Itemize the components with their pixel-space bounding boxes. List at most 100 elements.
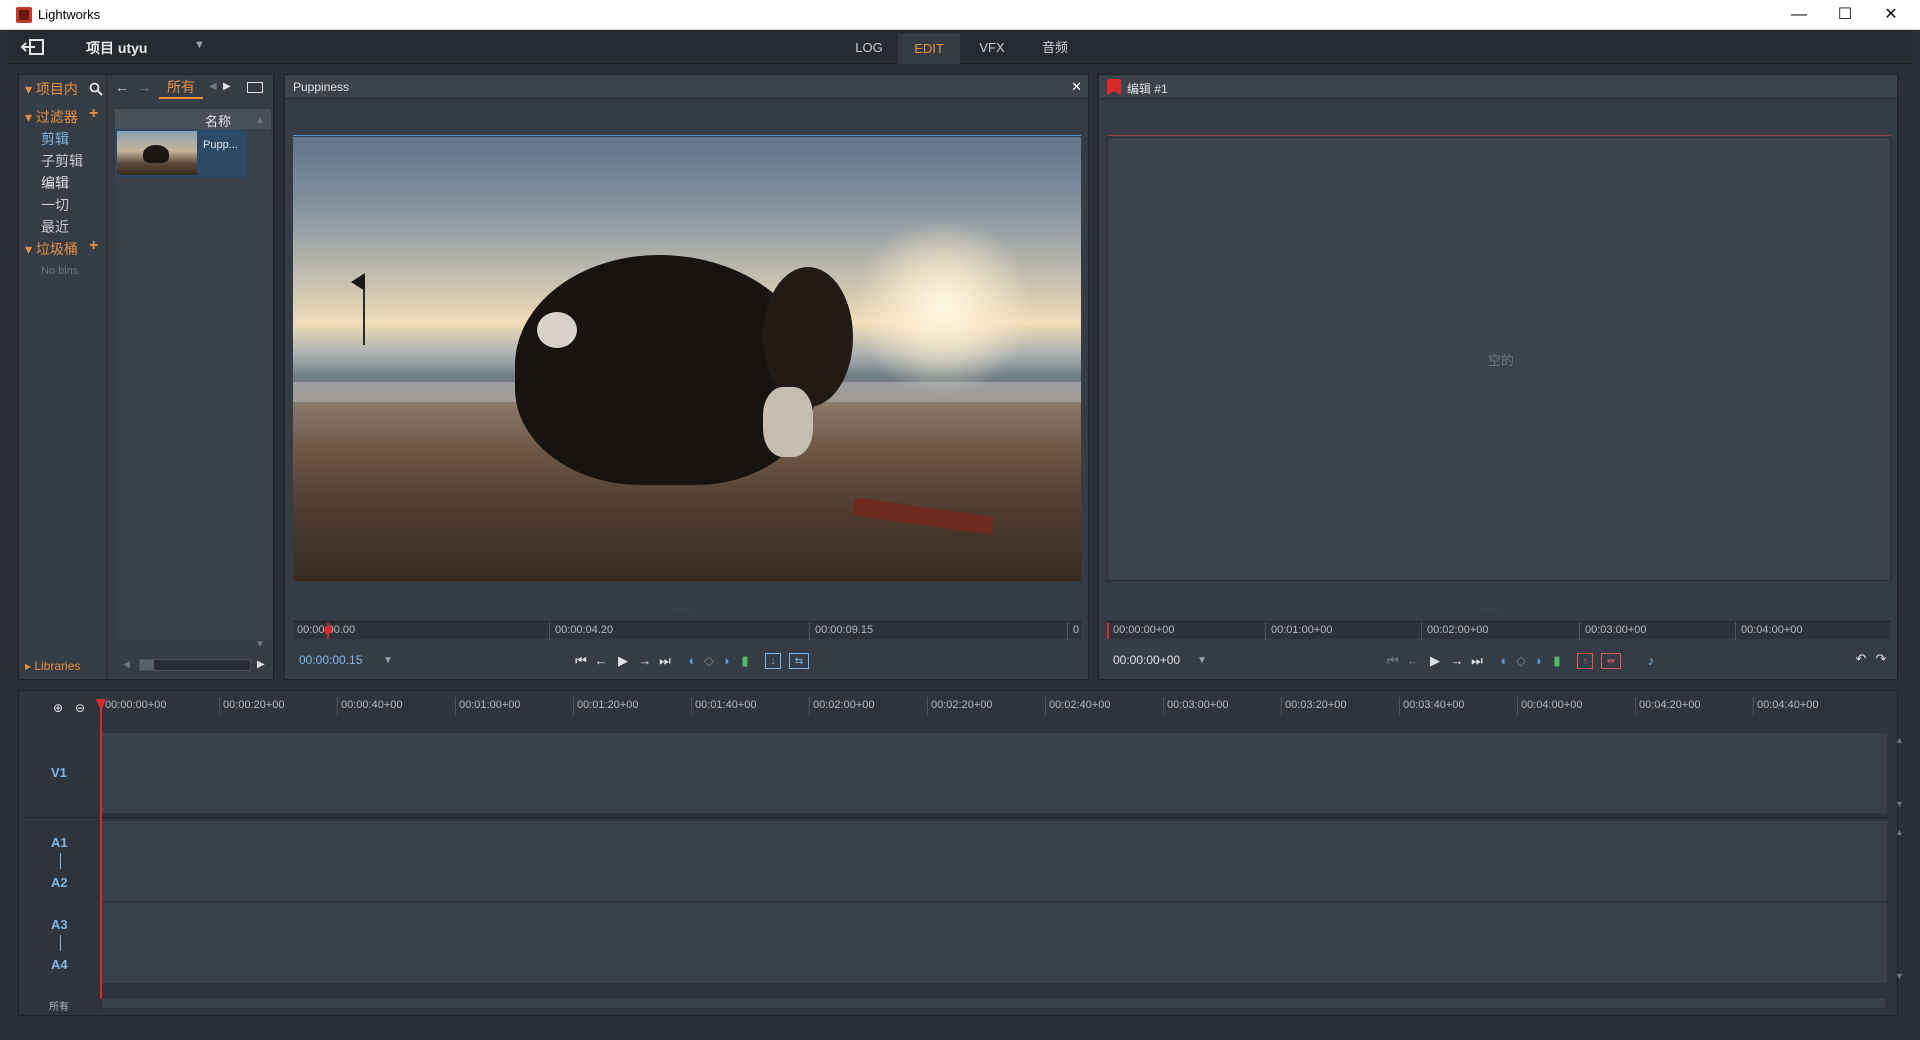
mark-in-icon[interactable]: ◖ (1495, 653, 1511, 669)
list-view-icon[interactable] (247, 82, 263, 93)
record-video-frame[interactable]: 空的 (1107, 137, 1891, 581)
cue-marker-icon[interactable]: ▮ (737, 653, 753, 669)
filter-item-recent[interactable]: 最近 (41, 217, 69, 237)
step-back-icon[interactable]: ← (593, 653, 609, 669)
ruler-tick (1045, 697, 1046, 715)
filter-item-clips[interactable]: 剪辑 (41, 129, 69, 149)
exit-icon[interactable] (20, 38, 46, 56)
track-label-a2[interactable]: A2 (51, 875, 68, 890)
v-scroll-down-icon[interactable]: ▼ (1895, 799, 1904, 809)
mark-out-icon[interactable]: ◗ (1531, 653, 1547, 669)
close-window-button[interactable]: ✕ (1868, 0, 1914, 30)
filters-header[interactable]: ▾ 过滤器 (25, 107, 78, 127)
filter-item-edits[interactable]: 编辑 (41, 173, 69, 193)
libraries-header[interactable]: ▸ Libraries (25, 659, 80, 673)
undo-icon[interactable]: ↶ (1853, 651, 1869, 667)
track-label-v1[interactable]: V1 (51, 765, 67, 780)
tab-log[interactable]: LOG (844, 34, 894, 64)
step-back-icon[interactable]: ← (1405, 653, 1421, 669)
zoom-out-icon[interactable]: ⊖ (75, 701, 85, 715)
bin-tab-all[interactable]: 所有 (159, 77, 203, 99)
libraries-label: Libraries (34, 659, 81, 673)
mark-in-icon[interactable]: ◖ (683, 653, 699, 669)
insert-icon[interactable]: ↓ (765, 653, 781, 669)
window-title: Lightworks (38, 7, 101, 22)
timeline-playhead[interactable] (100, 699, 102, 999)
tab-audio[interactable]: 音频 (1024, 34, 1086, 64)
voiceover-mic-icon[interactable]: ♪ (1643, 653, 1659, 669)
track-label-a4[interactable]: A4 (51, 957, 68, 972)
project-name[interactable]: 项目 utyu (86, 38, 147, 58)
record-timecode-dropdown-icon[interactable]: ▼ (1197, 655, 1207, 666)
tab-vfx[interactable]: VFX (964, 34, 1020, 64)
step-forward-icon[interactable]: → (1449, 653, 1465, 669)
project-dropdown-icon[interactable]: ▼ (194, 39, 205, 51)
flag (351, 273, 365, 291)
bins-header[interactable]: ▾ 垃圾桶 (25, 239, 78, 259)
go-to-end-icon[interactable]: ⏭ (657, 653, 673, 669)
record-playhead-line[interactable] (1107, 623, 1109, 639)
remove-icon[interactable]: ↑ (1577, 653, 1593, 669)
play-icon[interactable]: ▶ (1427, 653, 1443, 669)
add-bin-icon[interactable]: + (89, 237, 98, 255)
step-forward-icon[interactable]: → (637, 653, 653, 669)
source-playhead-marker[interactable] (324, 623, 332, 639)
back-arrow-icon[interactable]: ← (115, 79, 129, 95)
prev-tab-icon[interactable]: ◀ (209, 81, 217, 92)
maximize-button[interactable]: ☐ (1822, 0, 1868, 30)
play-icon[interactable]: ▶ (615, 653, 631, 669)
mark-clear-icon[interactable]: ◇ (1513, 653, 1529, 669)
go-to-start-icon[interactable]: ⏮ (1385, 653, 1401, 669)
cue-marker-icon[interactable]: ▮ (1549, 653, 1565, 669)
horizontal-scrollbar[interactable] (139, 659, 251, 671)
close-viewer-icon[interactable]: ✕ (1071, 79, 1082, 95)
scrollbar-thumb[interactable] (140, 660, 154, 670)
filter-item-everything[interactable]: 一切 (41, 195, 69, 215)
redo-icon[interactable]: ↷ (1873, 651, 1889, 667)
resize-grip[interactable]: ˙˙˙˙˙ (1483, 608, 1501, 617)
zoom-in-icon[interactable]: ⊕ (53, 701, 63, 715)
project-contents-title[interactable]: ▾ 项目内 (25, 79, 78, 99)
minimize-button[interactable]: — (1776, 0, 1822, 30)
clip-row[interactable]: Pupp... (115, 129, 247, 177)
source-timecode-dropdown-icon[interactable]: ▼ (383, 655, 393, 666)
track-lane-a1-a2[interactable] (101, 821, 1887, 901)
add-filter-icon[interactable]: + (89, 105, 98, 123)
record-timecode[interactable]: 00:00:00+00 (1113, 653, 1180, 667)
track-lane-a3-a4[interactable] (101, 903, 1887, 983)
v-scroll-up-icon[interactable]: ▲ (1895, 735, 1904, 745)
forward-arrow-icon[interactable]: → (137, 79, 151, 95)
all-tracks-label[interactable]: 所有 (49, 998, 69, 1013)
scroll-up-icon[interactable]: ▲ (255, 115, 265, 126)
source-timecode[interactable]: 00:00:00.15 (299, 653, 362, 667)
scroll-down-icon[interactable]: ▼ (255, 639, 265, 650)
mark-out-icon[interactable]: ◗ (719, 653, 735, 669)
scroll-right-icon[interactable]: ▶ (257, 659, 265, 670)
timeline-ruler-tc-5: 00:01:40+00 (695, 699, 757, 711)
timeline-ruler[interactable]: 00:00:00+00 00:00:20+00 00:00:40+00 00:0… (101, 697, 1887, 715)
a-scroll-down-icon[interactable]: ▼ (1895, 971, 1904, 981)
mark-clear-icon[interactable]: ◇ (701, 653, 717, 669)
track-link-line (60, 853, 61, 869)
timeline-scrollbar[interactable] (101, 997, 1887, 1009)
a-scroll-up-icon[interactable]: ▲ (1895, 827, 1904, 837)
track-lane-v1[interactable] (101, 733, 1887, 813)
go-to-end-icon[interactable]: ⏭ (1469, 653, 1485, 669)
go-to-start-icon[interactable]: ⏮ (573, 653, 589, 669)
scroll-left-icon[interactable]: ◀ (123, 659, 130, 670)
delete-icon[interactable]: ⇹ (1601, 653, 1621, 669)
timeline-ruler-tc-4: 00:01:20+00 (577, 699, 639, 711)
timeline-ruler-tc-14: 00:04:40+00 (1757, 699, 1819, 711)
search-icon[interactable] (89, 82, 103, 96)
record-ruler[interactable]: 00:00:00+00 00:01:00+00 00:02:00+00 00:0… (1107, 621, 1891, 640)
column-name-header[interactable]: 名称 (205, 111, 231, 130)
next-tab-icon[interactable]: ▶ (223, 81, 231, 92)
track-label-a1[interactable]: A1 (51, 835, 68, 850)
source-video-frame[interactable] (293, 137, 1081, 581)
track-label-a3[interactable]: A3 (51, 917, 68, 932)
resize-grip[interactable]: ˙˙˙˙˙ (673, 608, 691, 617)
tab-edit[interactable]: EDIT (898, 34, 960, 64)
overwrite-icon[interactable]: ⇆ (789, 653, 809, 669)
source-ruler[interactable]: 00:00:00.00 00:00:04.20 00:00:09.15 0 (293, 621, 1081, 640)
filter-item-subclips[interactable]: 子剪辑 (41, 151, 83, 171)
